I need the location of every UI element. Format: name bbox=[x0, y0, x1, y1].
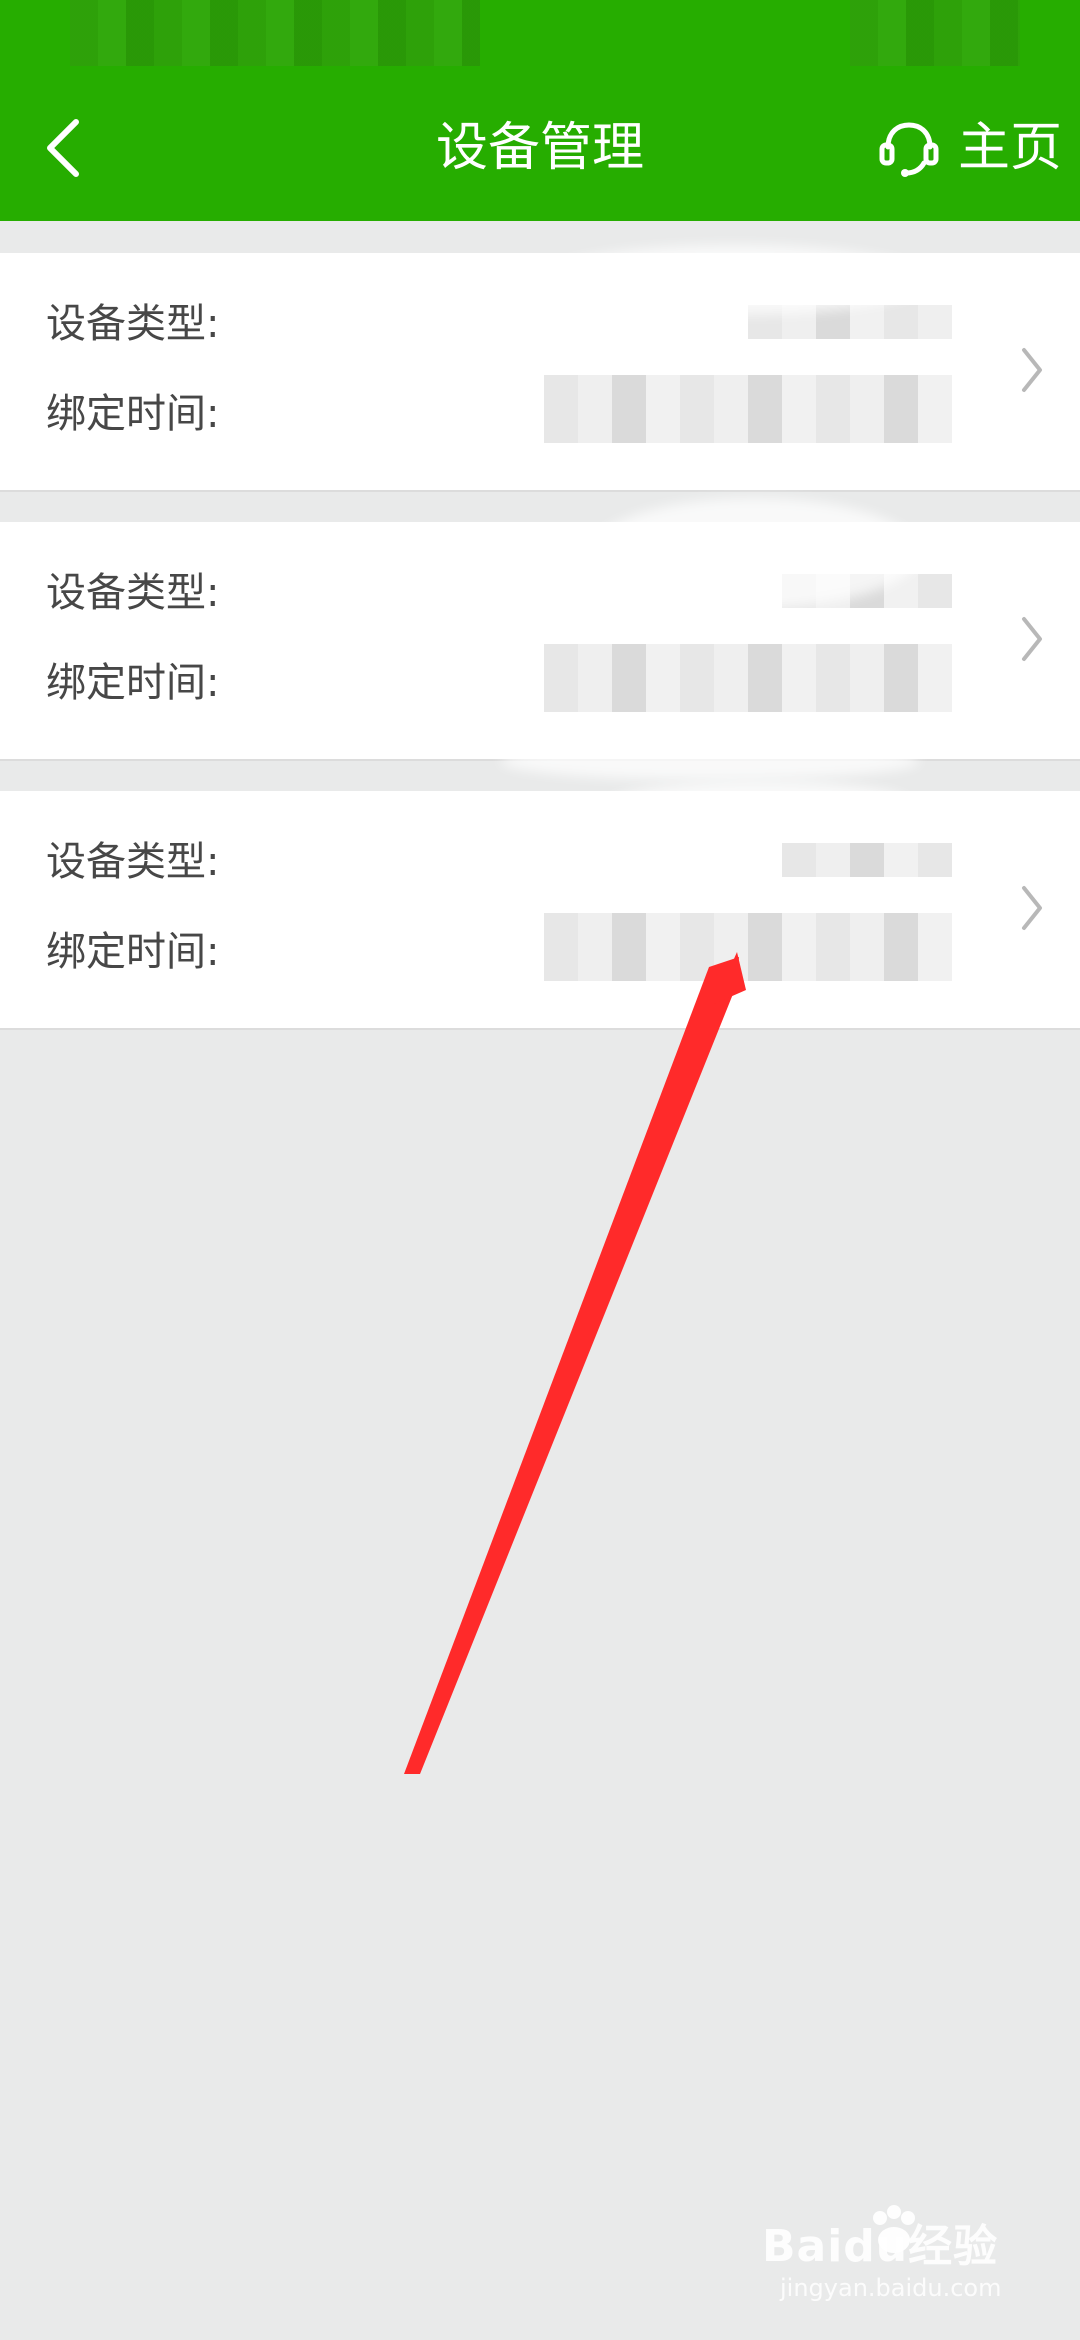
redacted-bind-time-value-top bbox=[544, 913, 952, 947]
chevron-right-icon bbox=[1022, 617, 1042, 661]
device-list: 设备类型: 绑定时间: 设备类型: 绑定时间: 设备类型: 绑定时间: bbox=[0, 245, 1080, 1060]
bind-time-label: 绑定时间: bbox=[46, 391, 220, 437]
paw-logo-icon bbox=[873, 2205, 915, 2253]
card-chevron bbox=[1012, 335, 1052, 405]
chevron-right-icon bbox=[1022, 348, 1042, 392]
redaction-smudge bbox=[540, 245, 930, 315]
card-chevron bbox=[1012, 604, 1052, 674]
watermark-url: jingyan.baidu.com bbox=[780, 2274, 1002, 2302]
baidu-watermark: Baidu经验 jingyan.baidu.com bbox=[762, 2202, 1022, 2312]
device-card[interactable]: 设备类型: 绑定时间: bbox=[0, 781, 1080, 1030]
chevron-right-icon bbox=[1022, 886, 1042, 930]
redacted-bind-time-value-bottom bbox=[544, 409, 952, 443]
bind-time-label: 绑定时间: bbox=[46, 929, 220, 975]
home-label: 主页 bbox=[957, 118, 1062, 178]
redaction-smudge bbox=[590, 498, 920, 608]
device-card[interactable]: 设备类型: 绑定时间: bbox=[0, 245, 1080, 492]
redaction-smudge bbox=[610, 781, 910, 825]
redacted-device-type-value bbox=[782, 843, 952, 877]
card-chevron bbox=[1012, 873, 1052, 943]
redaction-smudge bbox=[500, 742, 920, 780]
device-type-label: 设备类型: bbox=[46, 839, 220, 885]
device-type-label: 设备类型: bbox=[46, 570, 220, 616]
redacted-bind-time-value-top bbox=[544, 644, 952, 678]
status-bar-blur-right bbox=[850, 0, 1020, 66]
device-card[interactable]: 设备类型: 绑定时间: bbox=[0, 498, 1080, 780]
home-button[interactable]: 主页 bbox=[876, 108, 1062, 188]
redacted-bind-time-value-bottom bbox=[544, 947, 952, 981]
bind-time-label: 绑定时间: bbox=[46, 660, 220, 706]
status-bar-blur bbox=[70, 0, 480, 66]
headset-icon bbox=[879, 122, 939, 177]
device-type-label: 设备类型: bbox=[46, 301, 220, 347]
redacted-bind-time-value-top bbox=[544, 375, 952, 409]
redacted-bind-time-value-bottom bbox=[544, 678, 952, 712]
